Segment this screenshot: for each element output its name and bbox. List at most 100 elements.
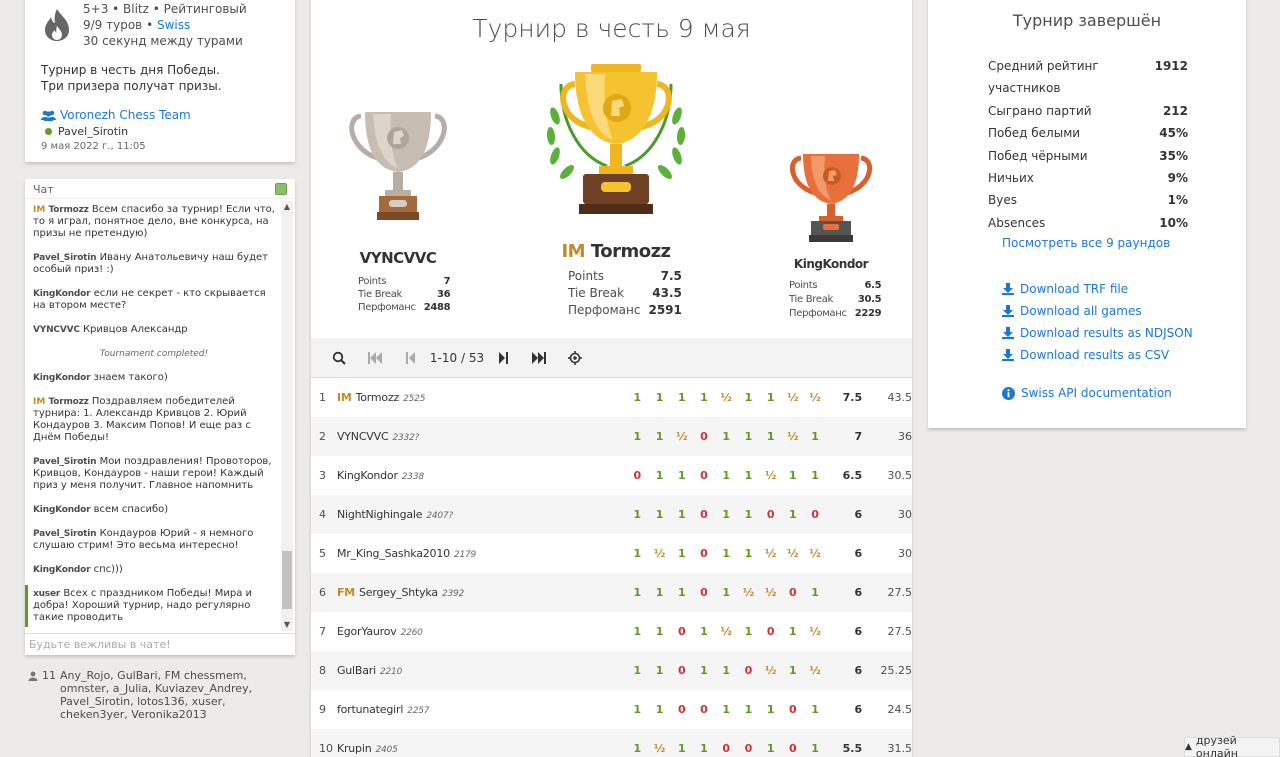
find-me-button[interactable] <box>557 343 593 373</box>
round-result[interactable]: 1 <box>648 703 670 716</box>
round-result[interactable]: ½ <box>782 547 804 560</box>
round-result[interactable]: 1 <box>715 430 737 443</box>
round-result[interactable]: 1 <box>760 430 782 443</box>
round-result[interactable]: ½ <box>715 391 737 404</box>
podium-second-name[interactable]: VYNCVVC <box>347 249 449 267</box>
chat-toggle-checkbox[interactable] <box>275 183 287 195</box>
round-result[interactable]: ½ <box>671 430 693 443</box>
player-name[interactable]: KingKondor <box>337 469 398 482</box>
round-result[interactable]: 1 <box>626 586 648 599</box>
player-name[interactable]: fortunategirl <box>337 703 403 716</box>
round-result[interactable]: 1 <box>693 391 715 404</box>
chat-username[interactable]: Pavel_Sirotin <box>33 529 97 539</box>
swiss-link[interactable]: Swiss <box>157 18 190 32</box>
round-result[interactable]: 0 <box>693 469 715 482</box>
round-result[interactable]: 1 <box>715 508 737 521</box>
round-result[interactable]: 1 <box>804 742 826 755</box>
round-result[interactable]: 0 <box>715 742 737 755</box>
round-result[interactable]: 0 <box>737 664 759 677</box>
player-name[interactable]: Tormozz <box>356 391 400 404</box>
round-result[interactable]: 1 <box>737 547 759 560</box>
round-result[interactable]: 1 <box>782 469 804 482</box>
round-result[interactable]: 1 <box>737 625 759 638</box>
round-result[interactable]: 1 <box>804 469 826 482</box>
round-result[interactable]: ½ <box>648 547 670 560</box>
round-result[interactable]: ½ <box>648 742 670 755</box>
player-cell[interactable]: GulBari 2210 <box>337 664 626 677</box>
round-result[interactable]: 0 <box>671 703 693 716</box>
round-result[interactable]: 1 <box>737 430 759 443</box>
round-result[interactable]: 1 <box>715 547 737 560</box>
standings-row[interactable]: 5 Mr_King_Sashka2010 2179 1 ½ 1 0 1 1 ½ ½ ½ 6 30 <box>311 534 912 573</box>
friends-online-button[interactable]: ▲ друзей онлайн <box>1184 734 1280 757</box>
player-name[interactable]: EgorYaurov <box>337 625 397 638</box>
round-result[interactable]: 1 <box>715 586 737 599</box>
round-result[interactable]: 1 <box>782 625 804 638</box>
round-result[interactable]: 1 <box>804 586 826 599</box>
round-result[interactable]: 0 <box>782 703 804 716</box>
podium-first-name[interactable]: IM Tormozz <box>541 241 691 262</box>
standings-row[interactable]: 3 KingKondor 2338 0 1 1 0 1 1 ½ 1 1 6.5 30.5 <box>311 456 912 495</box>
round-result[interactable]: 1 <box>671 742 693 755</box>
chat-username[interactable]: Pavel_Sirotin <box>33 253 97 263</box>
round-result[interactable]: 1 <box>693 664 715 677</box>
chat-username[interactable]: KingKondor <box>33 565 91 575</box>
last-page-button[interactable] <box>521 343 557 373</box>
player-cell[interactable]: VYNCVVC 2332? <box>337 430 626 443</box>
scrollbar-thumb[interactable] <box>282 551 292 609</box>
download-label[interactable]: Download results as NDJSON <box>1020 322 1193 344</box>
round-result[interactable]: 0 <box>693 430 715 443</box>
round-result[interactable]: ½ <box>737 586 759 599</box>
download-label[interactable]: Download TRF file <box>1020 278 1128 300</box>
player-cell[interactable]: Krupin 2405 <box>337 742 626 755</box>
round-result[interactable]: 0 <box>760 508 782 521</box>
download-label[interactable]: Download all games <box>1020 300 1142 322</box>
round-result[interactable]: 1 <box>626 703 648 716</box>
round-result[interactable]: 0 <box>782 742 804 755</box>
round-result[interactable]: 1 <box>760 391 782 404</box>
view-rounds-link[interactable]: Посмотреть все 9 раундов <box>1002 236 1170 250</box>
round-result[interactable]: 1 <box>737 508 759 521</box>
round-result[interactable]: ½ <box>760 547 782 560</box>
search-button[interactable] <box>321 343 357 373</box>
round-result[interactable]: 1 <box>693 742 715 755</box>
round-result[interactable]: ½ <box>760 664 782 677</box>
player-cell[interactable]: fortunategirl 2257 <box>337 703 626 716</box>
standings-row[interactable]: 4 NightNighingale 2407? 1 1 1 0 1 1 0 1 0 6 30 <box>311 495 912 534</box>
round-result[interactable]: ½ <box>760 469 782 482</box>
round-result[interactable]: 1 <box>626 430 648 443</box>
download-link[interactable]: Download all games <box>1002 300 1193 322</box>
round-result[interactable]: 1 <box>804 703 826 716</box>
round-result[interactable]: 1 <box>648 586 670 599</box>
round-result[interactable]: 1 <box>671 586 693 599</box>
swiss-api-label[interactable]: Swiss API documentation <box>1021 386 1172 400</box>
podium-third-name[interactable]: KingKondor <box>781 257 881 271</box>
round-result[interactable]: 0 <box>804 508 826 521</box>
chat-username[interactable]: xuser <box>33 589 60 599</box>
player-cell[interactable]: NightNighingale 2407? <box>337 508 626 521</box>
chat-username[interactable]: Tormozz <box>49 397 89 407</box>
standings-row[interactable]: 6 FM Sergey_Shtyka 2392 1 1 1 0 1 ½ ½ 0 1 6 27.5 <box>311 573 912 612</box>
round-result[interactable]: ½ <box>804 547 826 560</box>
download-link[interactable]: Download results as CSV <box>1002 344 1193 366</box>
player-cell[interactable]: Mr_King_Sashka2010 2179 <box>337 547 626 560</box>
round-result[interactable]: 0 <box>671 664 693 677</box>
download-label[interactable]: Download results as CSV <box>1020 344 1169 366</box>
round-result[interactable]: 1 <box>671 547 693 560</box>
round-result[interactable]: 1 <box>626 664 648 677</box>
standings-row[interactable]: 7 EgorYaurov 2260 1 1 0 1 ½ 1 0 1 ½ 6 27.5 <box>311 612 912 651</box>
round-result[interactable]: 0 <box>782 586 804 599</box>
player-name[interactable]: Mr_King_Sashka2010 <box>337 547 450 560</box>
round-result[interactable]: 1 <box>715 469 737 482</box>
round-result[interactable]: 1 <box>671 391 693 404</box>
round-result[interactable]: 1 <box>648 664 670 677</box>
standings-row[interactable]: 9 fortunategirl 2257 1 1 0 0 1 1 1 0 1 6 24.5 <box>311 690 912 729</box>
round-result[interactable]: 1 <box>648 430 670 443</box>
download-link[interactable]: Download results as NDJSON <box>1002 322 1193 344</box>
team-link[interactable]: Voronezh Chess Team <box>60 108 191 122</box>
round-result[interactable]: 0 <box>737 742 759 755</box>
round-result[interactable]: 0 <box>693 508 715 521</box>
standings-row[interactable]: 10 Krupin 2405 1 ½ 1 1 0 0 1 0 1 5.5 31.5 <box>311 729 912 757</box>
chat-scrollbar[interactable]: ▲ ▼ <box>281 201 293 631</box>
round-result[interactable]: ½ <box>782 430 804 443</box>
